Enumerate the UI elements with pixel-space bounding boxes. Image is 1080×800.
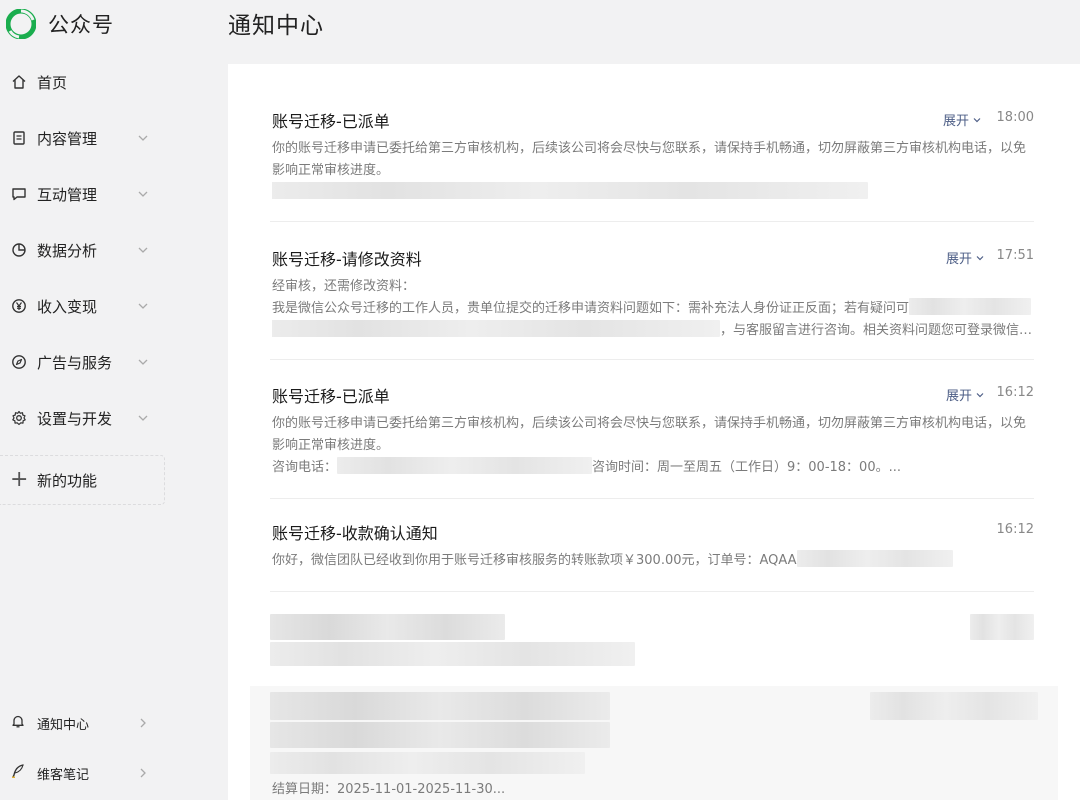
- notification-body: 你好，微信团队已经收到你用于账号迁移审核服务的转账款项￥300.00元，订单号：…: [272, 550, 1036, 572]
- chevron-down-icon: [138, 415, 148, 421]
- sidebar-item-interaction-management[interactable]: 互动管理: [0, 174, 165, 214]
- sidebar-item-notes[interactable]: 维客笔记: [0, 755, 165, 791]
- gear-icon: [10, 409, 28, 427]
- notification-time: 18:00: [996, 110, 1034, 125]
- notification-body-line: 你的账号迁移申请已委托给第三方审核机构，后续该公司将会尽快与您联系，请保持手机畅…: [272, 416, 1027, 431]
- chevron-down-icon: [138, 247, 148, 253]
- sidebar-item-label: 内容管理: [37, 129, 98, 148]
- sidebar-item-label: 收入变现: [37, 297, 98, 316]
- notification-body-line: 影响正常审核进度。: [272, 438, 390, 453]
- consult-phone-label: 咨询电话：: [272, 460, 338, 475]
- sidebar-item-settings-and-development[interactable]: 设置与开发: [0, 398, 165, 438]
- page-title: 通知中心: [228, 13, 324, 39]
- expand-label: 展开: [945, 252, 972, 267]
- expand-button[interactable]: 展开: [943, 110, 982, 129]
- sidebar-item-label: 维客笔记: [37, 767, 90, 783]
- chevron-down-icon: [138, 359, 148, 365]
- notification-body-text: 我是微信公众号迁移的工作人员，贵单位提交的迁移申请资料问题如下：需补充法人身份证…: [272, 301, 910, 316]
- notification-item[interactable]: 账号迁移-已派单 展开 18:00 你的账号迁移申请已委托给第三方审核机构，后续…: [270, 108, 1034, 222]
- notification-body: 你的账号迁移申请已委托给第三方审核机构，后续该公司将会尽快与您联系，请保持手机畅…: [272, 413, 1036, 479]
- chevron-right-icon: [140, 718, 146, 728]
- redacted-content: [272, 320, 720, 337]
- settlement-date: 结算日期：2025-11-01-2025-11-30...: [272, 782, 506, 797]
- notification-body-text: 你好，微信团队已经收到你用于账号迁移审核服务的转账款项￥300.00元，订单号：…: [272, 553, 797, 568]
- notification-body-line: 你的账号迁移申请已委托给第三方审核机构，后续该公司将会尽快与您联系，请保持手机畅…: [272, 141, 1027, 156]
- sidebar-item-home[interactable]: 首页: [0, 62, 165, 102]
- notification-body-line-with-redaction: 你好，微信团队已经收到你用于账号迁移审核服务的转账款项￥300.00元，订单号：…: [272, 550, 1036, 572]
- new-feature-label: 新的功能: [37, 471, 98, 490]
- notification-body-line: 影响正常审核进度。: [272, 163, 390, 178]
- brand-name: 公众号: [48, 13, 114, 37]
- redacted-content: [796, 550, 953, 567]
- notification-body-line-with-redaction: ，与客服留言进行咨询。相关资料问题您可登录微信…: [272, 320, 1036, 342]
- chat-icon: [10, 185, 28, 203]
- sidebar-item-label: 数据分析: [37, 241, 98, 260]
- wechat-official-account-logo-icon: [6, 9, 36, 39]
- notification-body: 经审核，还需修改资料： 我是微信公众号迁移的工作人员，贵单位提交的迁移申请资料问…: [272, 276, 1036, 342]
- notification-body: 你的账号迁移申请已委托给第三方审核机构，后续该公司将会尽快与您联系，请保持手机畅…: [272, 138, 1036, 204]
- sidebar: 公众号 首页 内容管理 互动管理 数据分析 收入变现 广告与服务 设置与开发 +…: [0, 0, 228, 800]
- redacted-content: [909, 298, 1032, 315]
- yen-icon: [10, 297, 28, 315]
- plus-icon: +: [10, 467, 29, 492]
- chevron-down-icon: [973, 117, 981, 122]
- compass-icon: [10, 353, 28, 371]
- notification-time: 16:12: [996, 522, 1034, 537]
- sidebar-item-ads-and-services[interactable]: 广告与服务: [0, 342, 165, 382]
- feather-pen-icon: [10, 763, 26, 783]
- redacted-content: [272, 182, 1036, 204]
- chevron-right-icon: [140, 768, 146, 778]
- chevron-down-icon: [138, 303, 148, 309]
- expand-label: 展开: [945, 389, 972, 404]
- consultation-info-line: 咨询电话： 咨询时间：周一至周五（工作日）9：00-18：00。...: [272, 457, 1036, 479]
- notification-body-text: ，与客服留言进行咨询。相关资料问题您可登录微信…: [720, 323, 1033, 338]
- notification-item[interactable]: 账号迁移-已派单 展开 16:12 你的账号迁移申请已委托给第三方审核机构，后续…: [270, 383, 1034, 499]
- sidebar-item-monetization[interactable]: 收入变现: [0, 286, 165, 326]
- chevron-down-icon: [976, 392, 984, 397]
- notification-title: 账号迁移-请修改资料: [272, 250, 422, 269]
- chevron-down-icon: [138, 191, 148, 197]
- sidebar-item-notification-center[interactable]: 通知中心: [0, 705, 165, 741]
- bell-icon: [10, 713, 26, 733]
- notification-list-panel: 账号迁移-已派单 展开 18:00 你的账号迁移申请已委托给第三方审核机构，后续…: [228, 64, 1080, 800]
- new-feature-button[interactable]: + 新的功能: [0, 455, 165, 505]
- chevron-down-icon: [138, 135, 148, 141]
- notification-body-line-with-redaction: 我是微信公众号迁移的工作人员，贵单位提交的迁移申请资料问题如下：需补充法人身份证…: [272, 298, 1036, 320]
- notification-time: 17:51: [996, 248, 1034, 263]
- home-icon: [10, 73, 28, 91]
- notification-time: 16:12: [996, 385, 1034, 400]
- sidebar-item-label: 首页: [37, 73, 68, 92]
- sidebar-item-data-analysis[interactable]: 数据分析: [0, 230, 165, 270]
- notification-title: 账号迁移-已派单: [272, 387, 390, 406]
- notification-body-line: 经审核，还需修改资料：: [272, 279, 416, 294]
- redacted-notification: [270, 614, 1034, 670]
- document-icon: [10, 129, 28, 147]
- notification-item[interactable]: 账号迁移-收款确认通知 16:12 你好，微信团队已经收到你用于账号迁移审核服务…: [270, 520, 1034, 592]
- notification-item[interactable]: 账号迁移-请修改资料 展开 17:51 经审核，还需修改资料： 我是微信公众号迁…: [270, 246, 1034, 360]
- expand-label: 展开: [942, 114, 969, 129]
- sidebar-item-label: 广告与服务: [37, 353, 113, 372]
- notification-title: 账号迁移-收款确认通知: [272, 524, 438, 543]
- sidebar-item-label: 设置与开发: [37, 409, 113, 428]
- redacted-content: [337, 457, 593, 474]
- consult-hours: 咨询时间：周一至周五（工作日）9：00-18：00。...: [592, 460, 902, 475]
- sidebar-item-content-management[interactable]: 内容管理: [0, 118, 165, 158]
- expand-button[interactable]: 展开: [946, 385, 985, 404]
- expand-button[interactable]: 展开: [946, 248, 985, 267]
- pie-chart-icon: [10, 241, 28, 259]
- brand[interactable]: 公众号: [6, 8, 114, 40]
- sidebar-item-label: 通知中心: [37, 717, 90, 733]
- notification-title: 账号迁移-已派单: [272, 112, 390, 131]
- chevron-down-icon: [976, 255, 984, 260]
- sidebar-item-label: 互动管理: [37, 185, 98, 204]
- redacted-notification: 结算日期：2025-11-01-2025-11-30...: [250, 686, 1058, 800]
